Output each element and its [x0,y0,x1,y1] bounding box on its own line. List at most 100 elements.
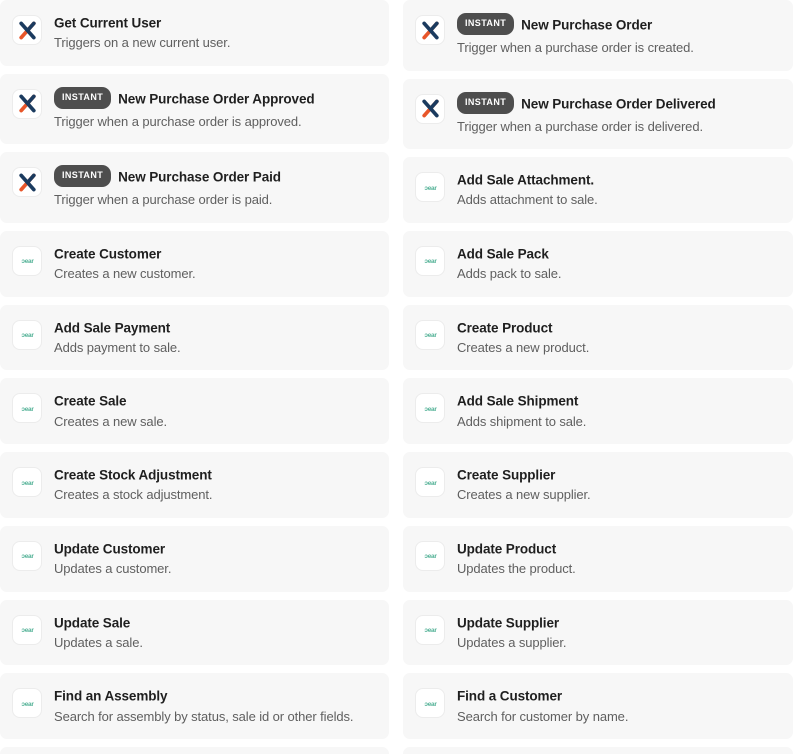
xero-x-icon [12,88,42,119]
action-card[interactable]: INSTANT New Purchase Order Trigger when a … [403,0,793,71]
action-card[interactable]: ɔear Find an Assembly Search for assembly … [0,673,389,740]
action-card-title: Add Sale Attachment. [457,172,595,188]
action-card-title: Get Current User [54,15,162,31]
action-card-title: Find a Customer [457,688,563,704]
svg-text:ɔear: ɔear [424,406,437,413]
instant-badge: INSTANT [457,13,515,35]
action-card[interactable]: Get Current User Triggers on a new curren… [0,0,389,66]
action-card[interactable]: ɔear Add Sale Shipment Adds shipment to sa… [403,378,793,445]
green-wordmark-icon: ɔear [21,701,34,708]
action-card[interactable]: ɔear Create Product Creates a new product. [403,304,793,371]
action-card[interactable]: ɔear Update Supplier Updates a supplier. [403,599,793,666]
svg-text:ɔear: ɔear [424,553,437,560]
action-card-body: Create Stock Adjustment Creates a stock a… [54,466,377,504]
action-card[interactable]: ɔear Update Product Updates the product. [403,525,793,592]
xero-x-icon [18,173,36,192]
action-card-body: Create Customer Creates a new customer. [54,245,377,283]
action-card-title: Add Sale Pack [457,246,549,262]
green-wordmark-icon: ɔear [415,540,445,571]
action-card-description: Updates the product. [457,561,576,577]
action-card-title-line: Get Current User [54,14,377,31]
action-card-title-line: INSTANT New Purchase Order Delivered [457,91,781,115]
action-card[interactable]: INSTANT New Purchase Order Approved Trigge… [0,73,389,145]
action-card-body: Update Sale Updates a sale. [54,614,377,652]
action-card[interactable]: ɔearFind a Products AvailabilitySearch f… [403,747,793,754]
green-wordmark-icon: ɔear [415,614,445,645]
action-card[interactable]: ɔear Update Customer Updates a customer. [0,525,389,592]
green-wordmark-icon: ɔear [12,467,42,498]
svg-text:ɔear: ɔear [21,701,34,708]
green-wordmark-icon: ɔear [424,553,437,560]
action-card-title: Update Sale [54,614,131,630]
action-card[interactable]: ɔearFind a Sale PaymentsSearch for sale … [0,747,389,754]
action-card-title-line: Update Customer [54,540,377,557]
action-card[interactable]: INSTANT New Purchase Order Delivered Trigg… [403,78,793,149]
action-card-description: Creates a new customer. [54,266,196,282]
action-card-title: New Purchase Order Approved [118,91,315,107]
svg-text:ɔear: ɔear [424,701,437,708]
action-card-body: Add Sale Shipment Adds shipment to sale. [457,392,781,430]
green-wordmark-icon: ɔear [424,332,437,339]
action-card-title-line: Add Sale Attachment. [457,171,781,188]
action-card-title: Create Supplier [457,467,556,483]
action-card-title: Update Customer [54,541,166,557]
green-wordmark-icon: ɔear [21,627,34,634]
svg-text:ɔear: ɔear [21,258,34,265]
action-card-body: Update Customer Updates a customer. [54,540,377,578]
action-card[interactable]: ɔear Create Stock Adjustment Creates a sto… [0,452,389,518]
svg-text:ɔear: ɔear [424,479,437,486]
green-wordmark-icon: ɔear [12,614,42,645]
action-card[interactable]: ɔear Update Sale Updates a sale. [0,599,389,666]
action-card[interactable]: ɔear Add Sale Attachment. Adds attachment … [403,157,793,223]
green-wordmark-icon: ɔear [424,184,437,191]
action-card-title: Add Sale Payment [54,319,171,335]
action-card[interactable]: ɔear Add Sale Payment Adds payment to sale… [0,304,389,371]
instant-badge: INSTANT [54,86,112,109]
action-card-title-line: Update Supplier [457,614,781,631]
action-card[interactable]: ɔear Add Sale Pack Adds pack to sale. [403,230,793,297]
green-wordmark-icon: ɔear [415,688,445,719]
action-card-title-line: Create Product [457,319,781,336]
right-column: INSTANT New Purchase Order Trigger when a … [403,0,793,754]
action-card-description: Search for assembly by status, sale id o… [54,708,354,724]
green-wordmark-icon: ɔear [415,319,445,350]
action-card-body: Add Sale Pack Adds pack to sale. [457,245,781,283]
action-card-title-line: Update Sale [54,614,377,631]
action-card-title: New Purchase Order Delivered [521,96,716,111]
green-wordmark-icon: ɔear [12,540,42,571]
action-card-description: Adds attachment to sale. [457,192,598,208]
action-card-description: Adds pack to sale. [457,266,562,282]
action-card-body: Update Supplier Updates a supplier. [457,614,781,652]
action-card-title-line: INSTANT New Purchase Order Paid [54,165,377,188]
action-card[interactable]: ɔear Create Customer Creates a new custome… [0,230,389,297]
xero-x-icon [18,94,36,113]
action-card-title: Create Product [457,319,553,335]
instant-badge: INSTANT [54,165,112,188]
svg-text:ɔear: ɔear [424,627,437,634]
action-card-description: Triggers on a new current user. [54,35,231,51]
green-wordmark-icon: ɔear [21,332,34,339]
green-wordmark-icon: ɔear [424,406,437,413]
action-card[interactable]: ɔear Create Supplier Creates a new supplie… [403,452,793,518]
green-wordmark-icon: ɔear [21,406,34,413]
svg-text:ɔear: ɔear [21,627,34,634]
green-wordmark-icon: ɔear [415,467,445,498]
action-card-title-line: INSTANT New Purchase Order [457,13,781,36]
action-card-description: Trigger when a purchase order is deliver… [457,118,703,134]
action-card-description: Adds payment to sale. [54,339,181,355]
action-card-description: Trigger when a purchase order is paid. [54,192,273,208]
svg-text:ɔear: ɔear [21,406,34,413]
action-card-title-line: Find an Assembly [54,687,377,704]
action-card-title: Create Stock Adjustment [54,467,212,483]
action-card-title-line: Add Sale Payment [54,319,377,336]
action-card[interactable]: ɔear Find a Customer Search for customer b… [403,673,793,740]
svg-text:ɔear: ɔear [21,332,34,339]
action-card-title-line: Create Stock Adjustment [54,466,377,483]
action-card[interactable]: INSTANT New Purchase Order Paid Trigger wh… [0,152,389,223]
action-card-description: Updates a customer. [54,561,172,577]
action-card-description: Creates a stock adjustment. [54,487,213,503]
action-card-title-line: Add Sale Shipment [457,392,781,409]
action-card-body: Find a Customer Search for customer by na… [457,687,781,725]
action-card[interactable]: ɔear Create Sale Creates a new sale. [0,378,389,445]
svg-text:ɔear: ɔear [21,479,34,486]
